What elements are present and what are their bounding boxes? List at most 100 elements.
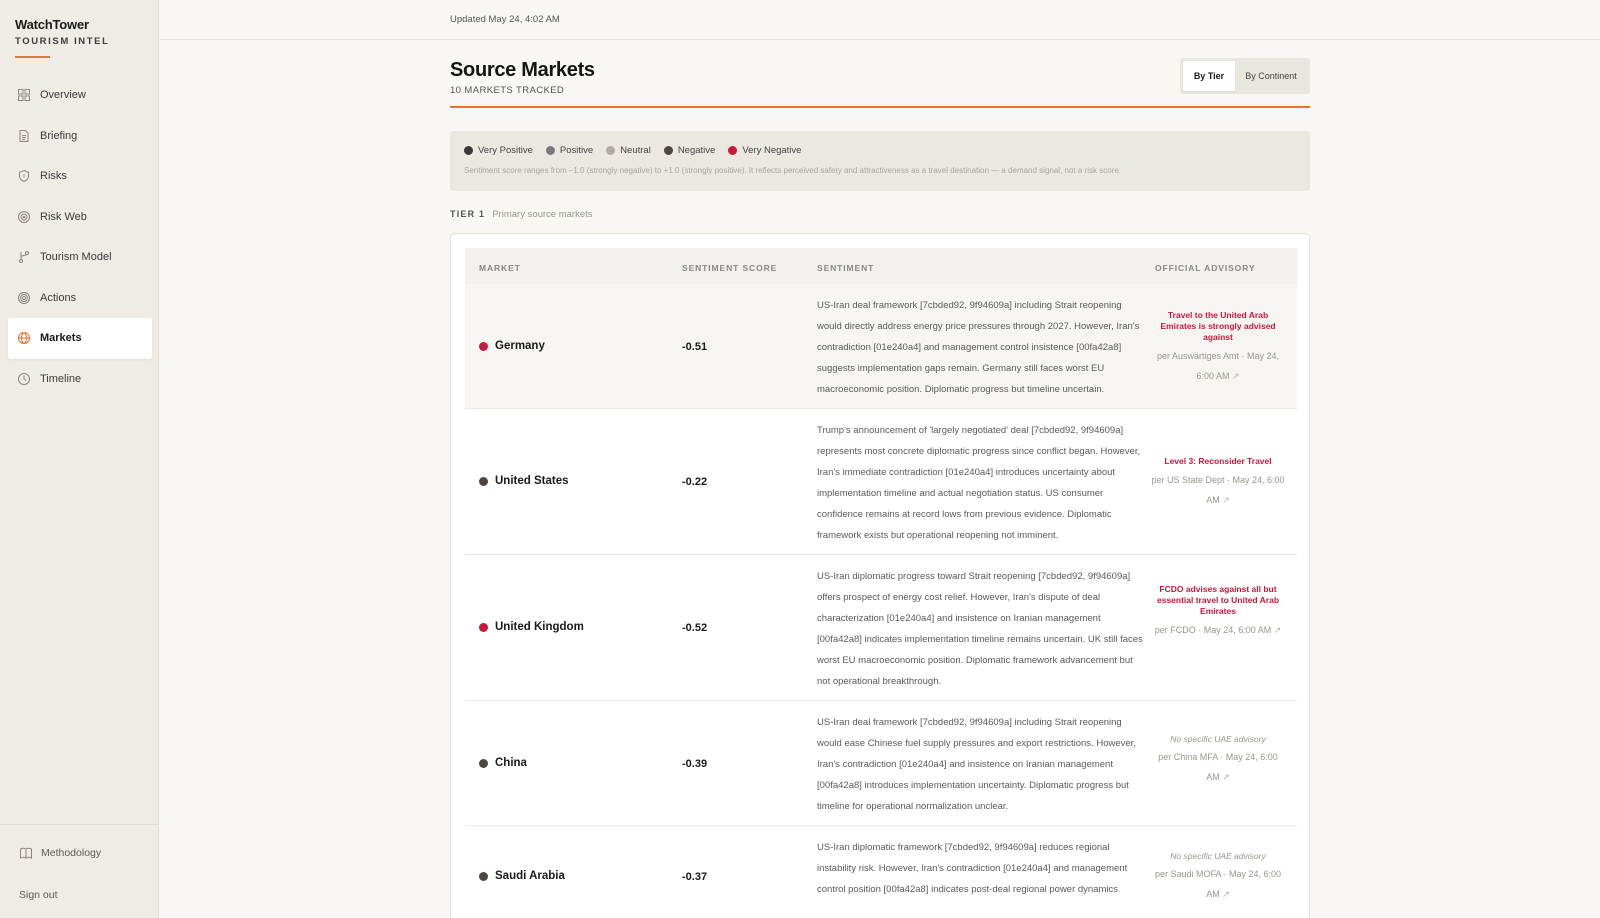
book-icon [19, 846, 33, 860]
sign-out-link[interactable]: Sign out [19, 889, 58, 901]
advisory-source-text: per China MFA · May 24, 6:00 AM [1158, 752, 1278, 782]
column-header-market[interactable]: MARKET [479, 263, 521, 273]
sidebar-item-label: Markets [40, 332, 82, 345]
legend-dot [663, 146, 673, 155]
brand-underline [15, 56, 50, 58]
table-row[interactable]: United States -0.22 Trump's announcement… [465, 409, 1297, 555]
sentiment-text: US-Iran diplomatic progress toward Strai… [817, 571, 1143, 687]
by-tier-button[interactable]: By Tier [1183, 61, 1235, 91]
advisory-source-text: per US State Dept · May 24, 6:00 AM [1151, 475, 1285, 505]
view-toggle: By Tier By Continent [1180, 58, 1310, 94]
legend-dot [464, 146, 473, 155]
top-bar: Updated May 24, 4:02 AM [160, 0, 1600, 40]
sidebar-item-label: Briefing [40, 129, 78, 142]
legend-item: Negative [663, 145, 715, 156]
sidebar-item-overview[interactable]: Overview [8, 75, 152, 116]
legend-item: Very Negative [728, 145, 801, 156]
target-icon [17, 291, 31, 305]
sidebar-item-actions[interactable]: Actions [8, 278, 152, 319]
market-name: United Kingdom [495, 621, 584, 633]
table-row[interactable]: United Kingdom -0.52 US-Iran diplomatic … [465, 555, 1297, 701]
advisory-source[interactable]: per FCDO · May 24, 6:00 AM ↗ [1151, 620, 1285, 640]
table-header: MARKET SENTIMENT SCORE SENTIMENT OFFICIA… [465, 248, 1297, 284]
web-icon [17, 210, 31, 224]
markets-count: 10 MARKETS TRACKED [450, 85, 565, 96]
market-name: Saudi Arabia [495, 870, 565, 882]
advisory-none-text: No specific UAE advisory [1170, 851, 1266, 861]
clock-icon [17, 372, 31, 386]
column-header-advisory[interactable]: OFFICIAL ADVISORY [1155, 263, 1255, 273]
advisory-cell: Travel to the United Arab Emirates is st… [1151, 310, 1285, 386]
external-link-icon[interactable]: ↗ [1222, 889, 1230, 899]
legend-dot [545, 146, 555, 155]
sidebar-item-label: Risk Web [40, 210, 87, 223]
by-continent-button[interactable]: By Continent [1235, 61, 1307, 91]
shield-icon [17, 169, 31, 183]
sentiment-score: -0.52 [682, 622, 708, 634]
sentiment-text: US-Iran diplomatic framework [7cbded92, … [817, 842, 1128, 895]
external-link-icon[interactable]: ↗ [1222, 495, 1230, 505]
sidebar-item-briefing[interactable]: Briefing [8, 116, 152, 157]
sidebar-item-timeline[interactable]: Timeline [8, 359, 152, 400]
globe-icon [17, 331, 31, 345]
legend-item: Positive [545, 145, 593, 156]
tier-key: TIER 1 [450, 209, 486, 219]
advisory-source[interactable]: per China MFA · May 24, 6:00 AM ↗ [1151, 747, 1285, 787]
column-header-sentiment[interactable]: SENTIMENT [817, 263, 874, 273]
sentiment-dot [479, 341, 488, 351]
methodology-link[interactable]: Methodology [19, 846, 101, 860]
advisory-text: Level 3: Reconsider Travel [1164, 456, 1272, 466]
external-link-icon[interactable]: ↗ [1222, 772, 1230, 782]
tier-description: Primary source markets [492, 209, 593, 220]
legend-label: Neutral [620, 145, 651, 156]
page-title: Source Markets [450, 59, 595, 81]
sentiment-dot [479, 871, 488, 881]
advisory-source-text: per Auswärtiges Amt · May 24, 6:00 AM [1156, 351, 1280, 381]
grid-icon [17, 88, 31, 102]
sentiment-dot [479, 622, 488, 632]
column-header-score[interactable]: SENTIMENT SCORE [682, 263, 777, 273]
sentiment-text: Trump's announcement of 'largely negotia… [817, 425, 1141, 541]
advisory-text: Travel to the United Arab Emirates is st… [1160, 310, 1276, 342]
advisory-source[interactable]: per Saudi MOFA · May 24, 6:00 AM ↗ [1151, 864, 1285, 904]
advisory-source[interactable]: per US State Dept · May 24, 6:00 AM ↗ [1151, 470, 1285, 510]
sidebar-item-risk-web[interactable]: Risk Web [8, 197, 152, 238]
sentiment-score: -0.22 [682, 476, 708, 488]
sidebar: WatchTower TOURISM INTEL Overview Briefi… [0, 0, 159, 918]
markets-table: MARKET SENTIMENT SCORE SENTIMENT OFFICIA… [450, 233, 1310, 918]
advisory-source-text: per FCDO · May 24, 6:00 AM [1154, 625, 1272, 635]
legend-label: Very Negative [742, 145, 802, 156]
sidebar-item-tourism-model[interactable]: Tourism Model [8, 237, 152, 278]
document-icon [17, 129, 31, 143]
sentiment-score: -0.51 [682, 341, 708, 353]
advisory-cell: No specific UAE advisory per Saudi MOFA … [1151, 851, 1285, 904]
sidebar-divider [0, 824, 159, 825]
sidebar-item-label: Overview [40, 89, 86, 102]
table-row[interactable]: Germany -0.51 US-Iran deal framework [7c… [465, 284, 1297, 409]
external-link-icon[interactable]: ↗ [1274, 625, 1282, 635]
sidebar-item-markets[interactable]: Markets [8, 318, 152, 359]
sentiment-dot [479, 758, 488, 768]
sentiment-dot [479, 476, 488, 486]
table-row[interactable]: China -0.39 US-Iran deal framework [7cbd… [465, 701, 1297, 826]
table-row[interactable]: Saudi Arabia -0.37 US-Iran diplomatic fr… [465, 826, 1297, 918]
sidebar-item-label: Actions [40, 291, 77, 304]
sidebar-nav: Overview Briefing Risks Risk Web Tourism… [8, 75, 152, 399]
market-cell: Saudi Arabia [479, 870, 565, 882]
advisory-source[interactable]: per Auswärtiges Amt · May 24, 6:00 AM ↗ [1151, 346, 1285, 386]
sidebar-item-label: Timeline [40, 372, 82, 385]
updated-timestamp: Updated May 24, 4:02 AM [450, 14, 560, 25]
sentiment-legend: Very Positive Positive Neutral Negative … [450, 131, 1310, 191]
external-link-icon[interactable]: ↗ [1232, 371, 1240, 381]
advisory-text: FCDO advises against all but essential t… [1156, 584, 1280, 616]
market-name: United States [495, 475, 569, 487]
market-cell: United States [479, 475, 569, 487]
header-divider [450, 106, 1310, 108]
brand-subtitle: TOURISM INTEL [15, 36, 110, 47]
sidebar-item-risks[interactable]: Risks [8, 156, 152, 197]
brand: WatchTower TOURISM INTEL [15, 17, 110, 47]
advisory-source-text: per Saudi MOFA · May 24, 6:00 AM [1154, 869, 1282, 899]
advisory-cell: Level 3: Reconsider Travel per US State … [1151, 456, 1285, 510]
legend-item: Very Positive [464, 145, 533, 156]
sidebar-item-label: Risks [40, 170, 67, 183]
